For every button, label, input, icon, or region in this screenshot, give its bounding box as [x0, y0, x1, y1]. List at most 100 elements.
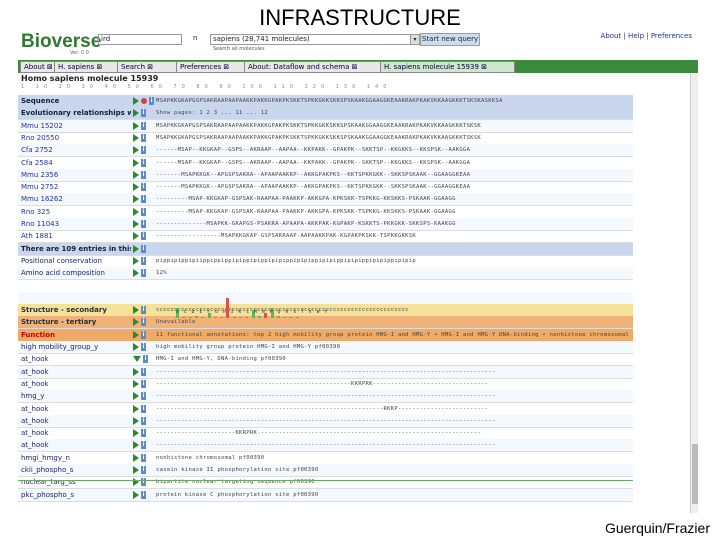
- expand-arrow-icon[interactable]: [133, 146, 139, 155]
- vertical-scrollbar[interactable]: [690, 74, 698, 513]
- info-icon[interactable]: i: [141, 121, 146, 130]
- favorite-icon[interactable]: [141, 98, 147, 104]
- annotation-row: [18, 291, 633, 305]
- collapse-arrow-icon[interactable]: [133, 356, 141, 363]
- expand-arrow-icon[interactable]: [133, 158, 139, 167]
- expand-arrow-icon[interactable]: [133, 330, 139, 339]
- tab-0[interactable]: About ⊠: [20, 61, 57, 73]
- query-dropdown-arrow[interactable]: ▾: [410, 34, 420, 45]
- row-data: ----------------------------------------…: [156, 368, 496, 375]
- expand-arrow-icon[interactable]: [133, 244, 139, 253]
- query-field-1[interactable]: ird: [98, 34, 182, 45]
- expand-arrow-icon[interactable]: [133, 379, 139, 388]
- row-label: Sequence: [21, 97, 60, 105]
- info-icon[interactable]: i: [141, 183, 146, 192]
- info-icon[interactable]: i: [141, 146, 146, 155]
- tab-2[interactable]: Search ⊠: [117, 61, 178, 73]
- row-label[interactable]: Rno 325: [21, 206, 131, 218]
- tab-3[interactable]: Preferences ⊠: [176, 61, 246, 73]
- expand-arrow-icon[interactable]: [133, 121, 139, 130]
- tab-5[interactable]: H. sapiens molecule 15939 ⊠: [380, 61, 515, 73]
- row-label[interactable]: Mmu 15202: [21, 120, 131, 132]
- row-label[interactable]: Mmu 16262: [21, 193, 131, 205]
- expand-arrow-icon[interactable]: [133, 133, 139, 142]
- info-icon[interactable]: i: [141, 330, 146, 339]
- info-icon[interactable]: i: [141, 158, 146, 167]
- row-label[interactable]: Mmu 2752: [21, 181, 131, 193]
- annotation-row: hmg_y i ----------------------------------…: [18, 390, 633, 404]
- info-icon[interactable]: i: [141, 453, 146, 462]
- expand-arrow-icon[interactable]: [133, 207, 139, 216]
- row-label[interactable]: Cfa 2752: [21, 144, 131, 156]
- info-icon[interactable]: i: [141, 441, 146, 450]
- row-label[interactable]: Ath 1881: [21, 230, 131, 242]
- row-label: at_hook: [21, 429, 49, 438]
- info-icon[interactable]: i: [143, 355, 148, 364]
- info-icon[interactable]: i: [141, 367, 146, 376]
- info-icon[interactable]: i: [141, 269, 146, 278]
- info-icon[interactable]: i: [141, 207, 146, 216]
- info-icon[interactable]: i: [141, 232, 146, 241]
- scrollbar-thumb[interactable]: [692, 444, 698, 504]
- tab-4[interactable]: About: Dataflow and schema ⊠: [244, 61, 382, 73]
- info-icon[interactable]: i: [141, 404, 146, 413]
- info-icon[interactable]: i: [149, 97, 154, 105]
- info-icon[interactable]: i: [141, 416, 146, 425]
- expand-arrow-icon[interactable]: [133, 109, 139, 118]
- row-label[interactable]: Rno 20550: [21, 132, 131, 144]
- info-icon[interactable]: i: [141, 170, 146, 179]
- annotation-row: Rno 11043 i --------------MSAPKK-GKAPGS-PS…: [18, 218, 633, 231]
- info-icon[interactable]: i: [141, 392, 146, 401]
- info-icon[interactable]: i: [141, 429, 146, 438]
- expand-arrow-icon[interactable]: [133, 195, 139, 204]
- info-icon[interactable]: i: [141, 220, 146, 228]
- expand-arrow-icon[interactable]: [133, 416, 139, 425]
- expand-arrow-icon[interactable]: [133, 183, 139, 192]
- expand-arrow-icon[interactable]: [133, 269, 139, 278]
- row-label[interactable]: Rno 11043: [21, 218, 131, 230]
- info-icon[interactable]: i: [141, 466, 146, 474]
- row-icons: i: [133, 195, 148, 204]
- row-label: Amino acid composition: [21, 269, 105, 278]
- expand-arrow-icon[interactable]: [133, 256, 139, 265]
- expand-arrow-icon[interactable]: [133, 343, 139, 351]
- row-label: Structure - tertiary: [21, 318, 97, 327]
- info-icon[interactable]: i: [141, 133, 146, 142]
- info-icon[interactable]: i: [141, 195, 146, 204]
- row-icons: i: [133, 404, 148, 413]
- new-query-button[interactable]: Start new query: [420, 33, 480, 46]
- query-field-2[interactable]: sapiens (28,741 molecules): [210, 34, 414, 45]
- info-icon[interactable]: i: [141, 256, 146, 265]
- row-label[interactable]: Mmu 2356: [21, 169, 131, 181]
- expand-arrow-icon[interactable]: [133, 170, 139, 179]
- expand-arrow-icon[interactable]: [133, 404, 139, 413]
- expand-arrow-icon[interactable]: [133, 367, 139, 376]
- info-icon[interactable]: i: [141, 306, 146, 315]
- expand-arrow-icon[interactable]: [133, 490, 139, 499]
- expand-arrow-icon[interactable]: [133, 429, 139, 438]
- expand-arrow-icon[interactable]: [133, 220, 139, 228]
- expand-arrow-icon[interactable]: [133, 318, 139, 327]
- info-icon[interactable]: i: [141, 490, 146, 499]
- info-icon[interactable]: i: [141, 318, 146, 327]
- expand-arrow-icon[interactable]: [133, 97, 139, 105]
- row-label[interactable]: Cfa 2584: [21, 157, 131, 169]
- row-label: at_hook: [21, 355, 49, 364]
- expand-arrow-icon[interactable]: [133, 232, 139, 241]
- info-icon[interactable]: i: [141, 379, 146, 388]
- expand-arrow-icon[interactable]: [133, 306, 139, 315]
- expand-arrow-icon[interactable]: [133, 441, 139, 450]
- expand-arrow-icon[interactable]: [133, 453, 139, 462]
- info-icon[interactable]: i: [141, 109, 146, 118]
- info-icon[interactable]: i: [141, 343, 146, 351]
- annotation-row: Mmu 16262 i ---------MSAP-KKGKAP-GSPSAK-RA…: [18, 193, 633, 207]
- app-logo[interactable]: Bioverse: [21, 31, 101, 53]
- row-icons: i: [133, 392, 148, 401]
- expand-arrow-icon[interactable]: [133, 466, 139, 474]
- top-links[interactable]: About | Help | Preferences: [601, 32, 692, 40]
- info-icon[interactable]: i: [141, 244, 146, 253]
- row-icons: i: [133, 109, 148, 118]
- expand-arrow-icon[interactable]: [133, 392, 139, 401]
- tab-1[interactable]: H. sapiens ⊠: [54, 61, 119, 73]
- row-icons: i: [133, 183, 148, 192]
